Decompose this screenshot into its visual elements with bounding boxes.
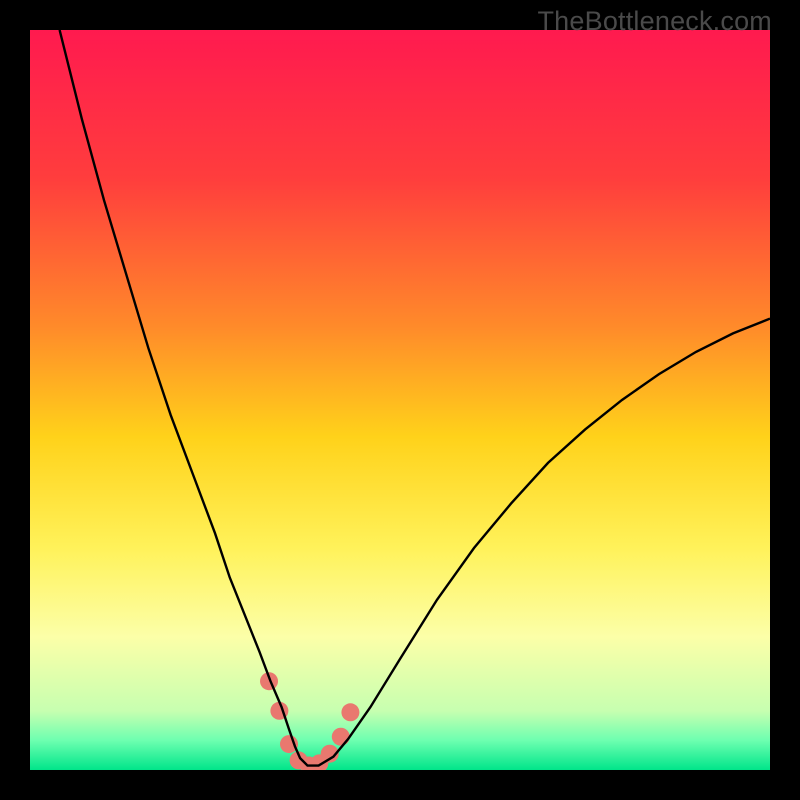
marker-dot [341, 703, 359, 721]
plot-area [30, 30, 770, 770]
chart-outer-frame: TheBottleneck.com [0, 0, 800, 800]
marker-dot [332, 728, 350, 746]
watermark-text: TheBottleneck.com [537, 6, 772, 37]
chart-svg [30, 30, 770, 770]
